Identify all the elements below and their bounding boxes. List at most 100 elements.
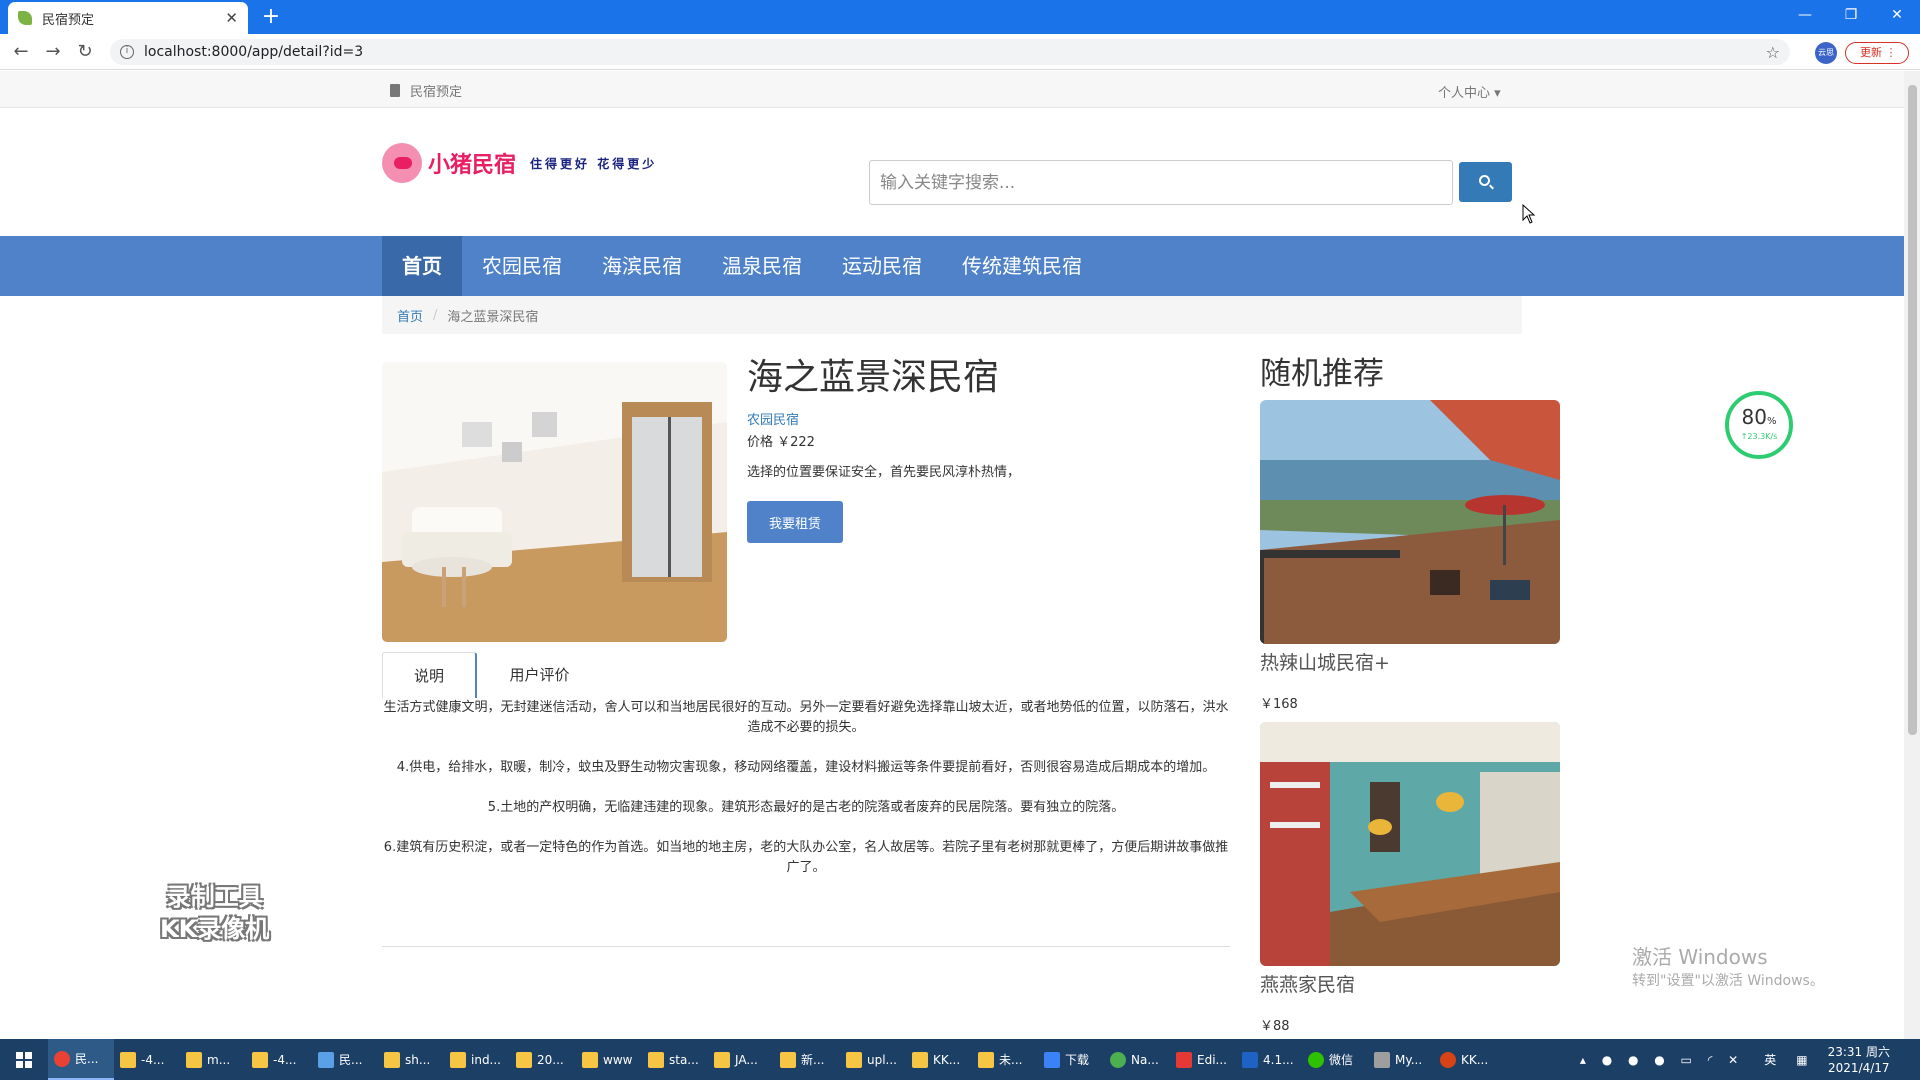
windows-logo-icon: [16, 1051, 32, 1068]
bookmark-star-icon[interactable]: ☆: [1766, 43, 1780, 62]
windows-activation-notice: 激活 Windows 转到"设置"以激活 Windows。: [1632, 941, 1824, 990]
nav-item-seaside[interactable]: 海滨民宿: [582, 236, 702, 296]
breadcrumb-current: 海之蓝景深民宿: [447, 309, 539, 325]
taskbar-item-folder[interactable]: JA...: [708, 1039, 774, 1080]
window-close-icon[interactable]: ✕: [1874, 0, 1920, 30]
taskbar-item-folder[interactable]: -4...: [114, 1039, 180, 1080]
taskbar-item-word[interactable]: 4.1...: [1236, 1039, 1302, 1080]
taskbar-label: -4...: [141, 1052, 165, 1067]
book-icon: [390, 84, 400, 97]
web-page: 民宿预定 个人中心 ▾ 小猪民宿 住得更好 花得更少 首页 农园民宿 海滨民宿 …: [0, 71, 1904, 1039]
taskbar-item-folder[interactable]: ind...: [444, 1039, 510, 1080]
folder-icon: [384, 1051, 400, 1068]
taskbar-item-app[interactable]: My...: [1368, 1039, 1434, 1080]
taskbar-item-app[interactable]: 民...: [312, 1039, 378, 1080]
tray-icons[interactable]: ▴ ● ● ● ▭ ◜ ✕: [1580, 1053, 1744, 1067]
taskbar-label: ind...: [471, 1052, 501, 1067]
taskbar-item-folder[interactable]: m...: [180, 1039, 246, 1080]
taskbar-item-folder[interactable]: upl...: [840, 1039, 906, 1080]
taskbar-item-folder[interactable]: www: [576, 1039, 642, 1080]
keyboard-icon[interactable]: ▦: [1796, 1053, 1807, 1067]
taskbar-item-folder[interactable]: KK...: [906, 1039, 972, 1080]
site-logo[interactable]: 小猪民宿 住得更好 花得更少: [382, 143, 657, 183]
recommend-name[interactable]: 燕燕家民宿: [1260, 970, 1560, 997]
taskbar-item-chrome[interactable]: 民...: [48, 1039, 114, 1080]
rent-button[interactable]: 我要租赁: [747, 501, 843, 543]
taskbar-item-download[interactable]: 下载: [1038, 1039, 1104, 1080]
taskbar-label: My...: [1395, 1052, 1423, 1067]
restore-icon[interactable]: ❐: [1828, 0, 1874, 30]
taskbar-item-folder[interactable]: sh...: [378, 1039, 444, 1080]
tab-title: 民宿预定: [42, 12, 95, 28]
windows-taskbar: 民... -4... m... -4... 民... sh... ind... …: [0, 1039, 1920, 1080]
taskbar-item-app[interactable]: Na...: [1104, 1039, 1170, 1080]
recommend-name[interactable]: 热辣山城民宿+: [1260, 648, 1560, 675]
taskbar-item-folder[interactable]: 新...: [774, 1039, 840, 1080]
search-button[interactable]: [1459, 162, 1512, 202]
taskbar-item-folder[interactable]: 20...: [510, 1039, 576, 1080]
taskbar-item-editor[interactable]: Edi...: [1170, 1039, 1236, 1080]
taskbar-item-folder[interactable]: 未...: [972, 1039, 1038, 1080]
close-tab-icon[interactable]: ✕: [225, 9, 238, 27]
ime-indicator[interactable]: 英: [1764, 1051, 1776, 1068]
browser-tab-bar: 民宿预定 ✕ + — ❐ ✕: [0, 0, 1920, 34]
tab-reviews[interactable]: 用户评价: [477, 652, 602, 698]
taskbar-label: -4...: [273, 1052, 297, 1067]
taskbar-label: 民...: [339, 1053, 363, 1067]
taskbar-item-recorder[interactable]: KK...: [1434, 1039, 1500, 1080]
taskbar-item-folder[interactable]: sta...: [642, 1039, 708, 1080]
folder-icon: [186, 1051, 202, 1068]
profile-avatar[interactable]: 云思: [1815, 42, 1837, 64]
breadcrumb-home-link[interactable]: 首页: [397, 306, 423, 325]
recommend-card[interactable]: 燕燕家民宿 ￥88: [1260, 722, 1560, 1034]
site-brand-link[interactable]: 民宿预定: [390, 81, 462, 100]
minimize-icon[interactable]: —: [1782, 0, 1828, 30]
description-paragraph: 4.供电，给排水，取暖，制冷，蚊虫及野生动物灾害现象，移动网络覆盖，建设材料搬运…: [396, 760, 1216, 775]
folder-icon: [912, 1051, 928, 1068]
new-tab-icon[interactable]: +: [258, 4, 284, 30]
word-icon: [1242, 1051, 1258, 1068]
speed-rate: ↑23.3K/s: [1740, 432, 1778, 441]
recommend-price: ￥168: [1260, 697, 1298, 712]
forward-icon[interactable]: →: [40, 40, 66, 64]
folder-icon: [582, 1051, 598, 1068]
description-panel: 生活方式健康文明，无封建迷信活动，舍人可以和当地居民很好的互动。另外一定要看好避…: [382, 698, 1230, 898]
taskbar-label: m...: [207, 1052, 231, 1067]
clock[interactable]: 23:31 周六 2021/4/17: [1828, 1044, 1890, 1076]
recommend-photo[interactable]: [1260, 722, 1560, 966]
nav-item-home[interactable]: 首页: [382, 236, 462, 296]
folder-icon: [846, 1051, 862, 1068]
room-category-link[interactable]: 农园民宿: [747, 409, 799, 428]
nav-item-hotspring[interactable]: 温泉民宿: [702, 236, 822, 296]
nav-item-traditional[interactable]: 传统建筑民宿: [942, 236, 1102, 296]
taskbar-item-wechat[interactable]: 微信: [1302, 1039, 1368, 1080]
user-center-dropdown[interactable]: 个人中心 ▾: [1438, 82, 1501, 101]
scrollbar-thumb[interactable]: [1908, 85, 1917, 735]
taskbar-label: KK...: [933, 1052, 961, 1067]
room-photo: [382, 362, 727, 642]
url-field[interactable]: i localhost:8000/app/detail?id=3 ☆: [110, 39, 1790, 65]
leaf-favicon-icon: [18, 11, 32, 25]
page-scrollbar[interactable]: [1904, 71, 1920, 1039]
info-icon[interactable]: i: [120, 45, 134, 59]
recommend-card[interactable]: 热辣山城民宿+ ￥168: [1260, 400, 1560, 712]
taskbar-label: 民...: [75, 1052, 99, 1066]
search-input[interactable]: [869, 160, 1453, 205]
mouse-cursor-icon: [1522, 204, 1536, 224]
browser-tab[interactable]: 民宿预定 ✕: [8, 2, 248, 34]
nav-item-farm[interactable]: 农园民宿: [462, 236, 582, 296]
app-icon: [318, 1051, 334, 1068]
update-button[interactable]: 更新 ⋮: [1845, 42, 1909, 64]
back-icon[interactable]: ←: [8, 40, 34, 64]
folder-icon: [978, 1051, 994, 1068]
tab-description[interactable]: 说明: [382, 652, 477, 698]
taskbar-item-folder[interactable]: -4...: [246, 1039, 312, 1080]
speed-percent: 80%: [1729, 407, 1789, 432]
network-speed-widget[interactable]: 80% ↑23.3K/s: [1725, 391, 1793, 459]
recommend-photo[interactable]: [1260, 400, 1560, 644]
pig-logo-icon: [382, 143, 422, 183]
reload-icon[interactable]: ↻: [72, 40, 98, 64]
start-button[interactable]: [0, 1039, 48, 1080]
watermark-line: KK录像机: [160, 915, 270, 943]
nav-item-sports[interactable]: 运动民宿: [822, 236, 942, 296]
